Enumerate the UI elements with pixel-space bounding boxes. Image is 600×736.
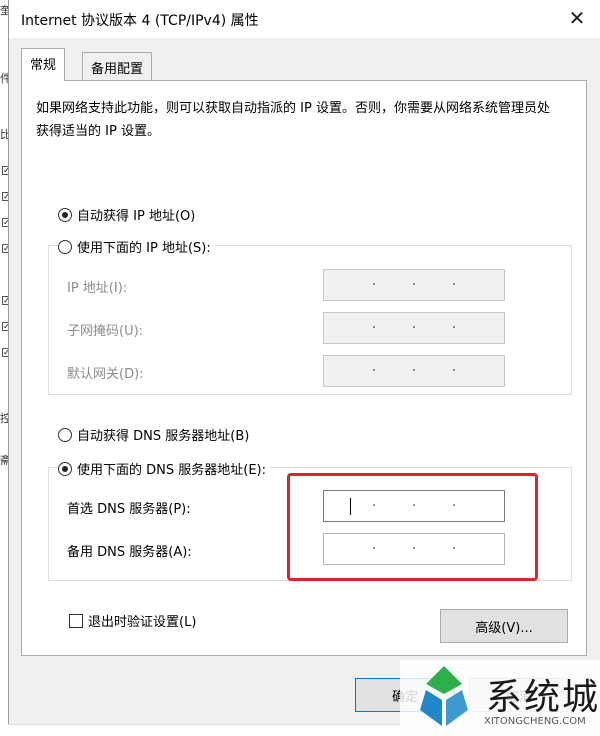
auto-dns-label: 自动获得 DNS 服务器地址(B) xyxy=(77,429,250,444)
radio-unchecked-icon xyxy=(58,239,72,254)
tab-alternate-config[interactable]: 备用配置 xyxy=(82,52,153,80)
annotation-highlight-box xyxy=(287,473,538,581)
ip-dot: · xyxy=(411,363,417,379)
close-icon[interactable]: ✕ xyxy=(563,4,591,32)
validate-on-exit-checkbox[interactable]: 退出时验证设置(L) xyxy=(69,611,196,630)
ip-dot: · xyxy=(451,363,457,379)
auto-ip-radio[interactable]: 自动获得 IP 地址(O) xyxy=(58,205,195,224)
dialog-title: Internet 协议版本 4 (TCP/IPv4) 属性 xyxy=(21,13,259,29)
tcpip-properties-dialog: Internet 协议版本 4 (TCP/IPv4) 属性 ✕ 常规 备用配置 … xyxy=(8,0,600,736)
ip-dot: · xyxy=(451,277,457,293)
tab-alternate-config-label: 备用配置 xyxy=(91,62,144,77)
ip-dot: · xyxy=(371,277,377,293)
background-window-bottom xyxy=(8,724,400,736)
auto-dns-radio[interactable]: 自动获得 DNS 服务器地址(B) xyxy=(58,425,249,444)
advanced-button[interactable]: 高级(V)... xyxy=(440,609,568,643)
alternate-dns-label: 备用 DNS 服务器(A): xyxy=(67,545,192,560)
radio-unchecked-icon xyxy=(58,427,72,442)
radio-checked-icon xyxy=(58,207,72,222)
preferred-dns-label: 首选 DNS 服务器(P): xyxy=(67,502,191,517)
title-bar: Internet 协议版本 4 (TCP/IPv4) 属性 ✕ xyxy=(9,0,600,38)
watermark-url: XITONGCHENG.COM xyxy=(484,716,586,727)
ip-dot: · xyxy=(371,363,377,379)
watermark: 系统城 XITONGCHENG.COM xyxy=(400,660,600,736)
auto-ip-label: 自动获得 IP 地址(O) xyxy=(77,209,196,224)
tab-general[interactable]: 常规 xyxy=(21,48,66,81)
ip-dot: · xyxy=(411,277,417,293)
subnet-mask-label: 子网掩码(U): xyxy=(67,324,144,339)
watermark-text: 系统城 xyxy=(486,677,600,718)
description-text: 如果网络支持此功能，则可以获取自动指派的 IP 设置。否则，你需要从网络系统管理… xyxy=(36,101,550,139)
watermark-logo-icon xyxy=(420,666,468,726)
manual-dns-label: 使用下面的 DNS 服务器地址(E): xyxy=(77,463,266,478)
manual-dns-radio[interactable]: 使用下面的 DNS 服务器地址(E): xyxy=(58,459,270,478)
ip-dot: · xyxy=(411,320,417,336)
ip-dot: · xyxy=(371,320,377,336)
checkbox-unchecked-icon xyxy=(69,613,83,628)
radio-checked-icon xyxy=(58,461,72,476)
default-gateway-field: · · · xyxy=(323,355,505,387)
tab-general-label: 常规 xyxy=(30,58,57,73)
default-gateway-label: 默认网关(D): xyxy=(67,367,144,382)
manual-ip-radio[interactable]: 使用下面的 IP 地址(S): xyxy=(58,237,215,256)
advanced-button-label: 高级(V)... xyxy=(475,620,533,636)
ip-address-field: · · · xyxy=(323,269,505,301)
ip-address-label: IP 地址(I): xyxy=(67,281,128,296)
validate-on-exit-label: 退出时验证设置(L) xyxy=(88,615,197,630)
ip-dot: · xyxy=(451,320,457,336)
manual-ip-label: 使用下面的 IP 地址(S): xyxy=(77,241,211,256)
subnet-mask-field: · · · xyxy=(323,312,505,344)
